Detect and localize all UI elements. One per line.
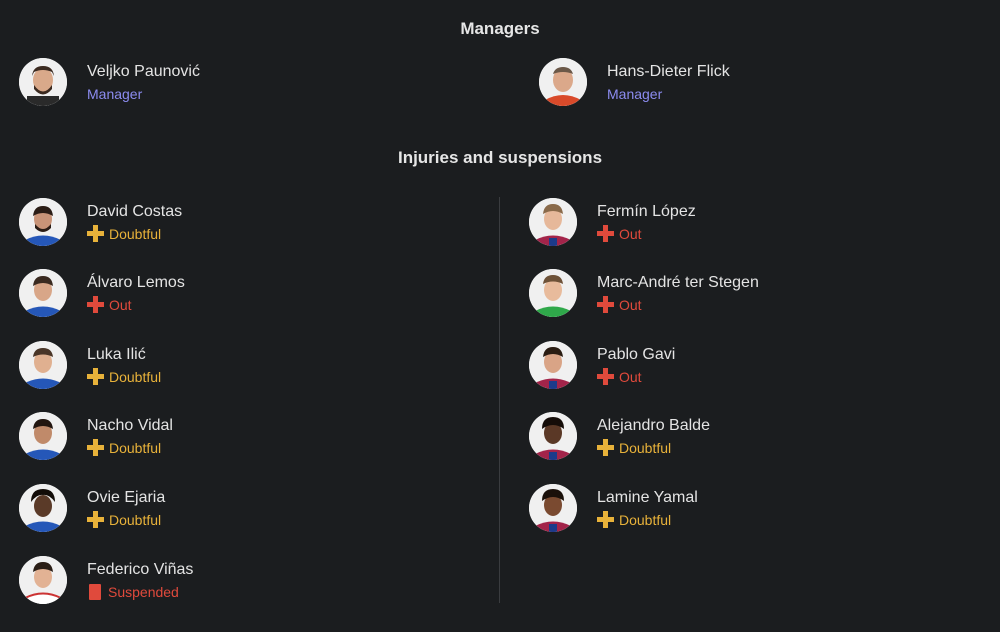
player-row[interactable]: Fermín López Out [529, 197, 696, 247]
player-name: Alejandro Balde [597, 416, 710, 434]
player-row[interactable]: Ovie Ejaria Doubtful [19, 483, 165, 533]
player-row[interactable]: David Costas Doubtful [19, 197, 182, 247]
status-label: Out [619, 296, 642, 313]
player-avatar [19, 341, 67, 389]
status-badge: Doubtful [597, 439, 710, 457]
plus-cross-icon [597, 225, 614, 242]
player-name: Lamine Yamal [597, 488, 698, 506]
player-name: Marc-André ter Stegen [597, 273, 759, 291]
player-avatar [529, 341, 577, 389]
status-label: Doubtful [109, 439, 162, 456]
player-row[interactable]: Luka Ilić Doubtful [19, 340, 161, 390]
status-badge: Doubtful [87, 368, 161, 386]
status-label: Doubtful [109, 511, 162, 528]
status-badge: Out [597, 225, 696, 243]
manager-avatar [539, 58, 587, 106]
status-label: Doubtful [109, 225, 162, 242]
manager-role: Manager [87, 85, 143, 102]
player-row[interactable]: Álvaro Lemos Out [19, 268, 185, 318]
plus-cross-icon [597, 368, 614, 385]
manager-avatar [19, 58, 67, 106]
manager-name: Hans-Dieter Flick [607, 62, 730, 80]
player-name: Pablo Gavi [597, 345, 676, 363]
status-badge: Doubtful [87, 511, 165, 529]
status-badge: Out [87, 296, 185, 314]
plus-cross-icon [87, 439, 104, 456]
status-label: Doubtful [109, 368, 162, 385]
status-badge: Out [597, 296, 759, 314]
status-badge: Doubtful [597, 511, 698, 529]
plus-cross-icon [87, 225, 104, 242]
status-label: Out [109, 296, 132, 313]
player-name: Federico Viñas [87, 560, 194, 578]
plus-cross-icon [597, 439, 614, 456]
plus-cross-icon [597, 511, 614, 528]
player-row[interactable]: Marc-André ter Stegen Out [529, 268, 759, 318]
status-label: Doubtful [619, 439, 672, 456]
player-row[interactable]: Lamine Yamal Doubtful [529, 483, 698, 533]
player-name: Álvaro Lemos [87, 273, 185, 291]
status-badge: Out [597, 368, 675, 386]
plus-cross-icon [87, 296, 104, 313]
player-name: Nacho Vidal [87, 416, 173, 434]
player-name: Luka Ilić [87, 345, 146, 363]
status-badge: Doubtful [87, 225, 182, 243]
player-avatar [529, 198, 577, 246]
managers-section-title: Managers [460, 19, 540, 38]
red-card-icon [89, 583, 101, 600]
player-avatar [19, 412, 67, 460]
player-avatar [19, 269, 67, 317]
player-avatar [19, 484, 67, 532]
player-avatar [529, 484, 577, 532]
player-name: David Costas [87, 202, 183, 220]
manager-role: Manager [607, 85, 663, 102]
player-row[interactable]: Nacho Vidal Doubtful [19, 411, 173, 461]
player-name: Fermín López [597, 202, 696, 220]
status-label: Suspended [108, 583, 179, 600]
manager-name: Veljko Paunović [87, 62, 200, 80]
player-row[interactable]: Federico Viñas Suspended [19, 555, 193, 605]
status-label: Out [619, 225, 642, 242]
player-avatar [529, 412, 577, 460]
player-name: Ovie Ejaria [87, 488, 166, 506]
manager-card-away[interactable]: Hans-Dieter Flick Manager [539, 57, 730, 107]
plus-cross-icon [597, 296, 614, 313]
plus-cross-icon [87, 368, 104, 385]
player-avatar [19, 556, 67, 604]
player-avatar [19, 198, 67, 246]
plus-cross-icon [87, 511, 104, 528]
status-badge: Doubtful [87, 439, 173, 457]
player-avatar [529, 269, 577, 317]
column-divider [499, 197, 500, 603]
status-label: Out [619, 368, 642, 385]
player-row[interactable]: Alejandro Balde Doubtful [529, 411, 710, 461]
manager-card-home[interactable]: Veljko Paunović Manager [19, 57, 200, 107]
player-row[interactable]: Pablo Gavi Out [529, 340, 675, 390]
status-badge: Suspended [87, 583, 193, 601]
status-label: Doubtful [619, 511, 672, 528]
injuries-section-title: Injuries and suspensions [397, 148, 603, 167]
